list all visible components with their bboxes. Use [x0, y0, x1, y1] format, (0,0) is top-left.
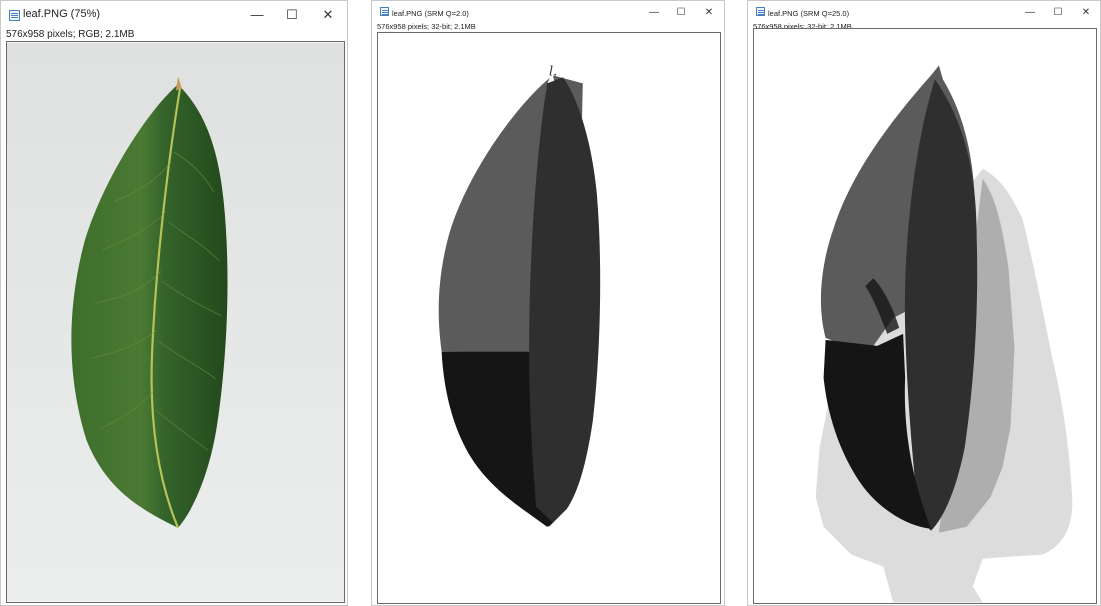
- imagej-app-icon: [380, 7, 389, 16]
- maximize-button[interactable]: ☐: [280, 6, 304, 24]
- srm-segmentation-q25: [754, 29, 1096, 603]
- close-button[interactable]: ✕: [697, 4, 721, 22]
- image-window-srm-q2[interactable]: leaf.PNG (SRM Q=2.0) — ☐ ✕ 576x958 pixel…: [371, 0, 725, 606]
- window-title: leaf.PNG (75%): [23, 8, 101, 20]
- imagej-app-icon: [756, 7, 765, 16]
- image-canvas[interactable]: [753, 28, 1097, 604]
- window-title: leaf.PNG (SRM Q=2.0): [392, 9, 469, 18]
- image-canvas[interactable]: [6, 41, 345, 603]
- title-bar[interactable]: leaf.PNG (75%) — ☐ ✕: [1, 1, 347, 27]
- maximize-button[interactable]: ☐: [669, 4, 693, 22]
- svg-text:l.: l.: [549, 64, 557, 79]
- image-info-status: 576x958 pixels; 32-bit; 2.1MB: [377, 22, 476, 31]
- image-window-srm-q25[interactable]: leaf.PNG (SRM Q=25.0) — ☐ ✕ 576x958 pixe…: [747, 0, 1101, 606]
- maximize-button[interactable]: ☐: [1046, 4, 1070, 22]
- minimize-button[interactable]: —: [245, 6, 269, 24]
- image-info-status: 576x958 pixels; RGB; 2.1MB: [6, 29, 135, 40]
- image-canvas[interactable]: l.: [377, 32, 721, 604]
- srm-segmentation-q2: l.: [378, 33, 720, 603]
- close-button[interactable]: ✕: [316, 6, 340, 24]
- image-window-original[interactable]: leaf.PNG (75%) — ☐ ✕ 576x958 pixels; RGB…: [0, 0, 348, 606]
- minimize-button[interactable]: —: [1018, 4, 1042, 22]
- minimize-button[interactable]: —: [642, 4, 666, 22]
- imagej-app-icon: [9, 10, 20, 21]
- leaf-photo: [7, 42, 344, 602]
- window-title: leaf.PNG (SRM Q=25.0): [768, 9, 850, 18]
- close-button[interactable]: ✕: [1074, 4, 1098, 22]
